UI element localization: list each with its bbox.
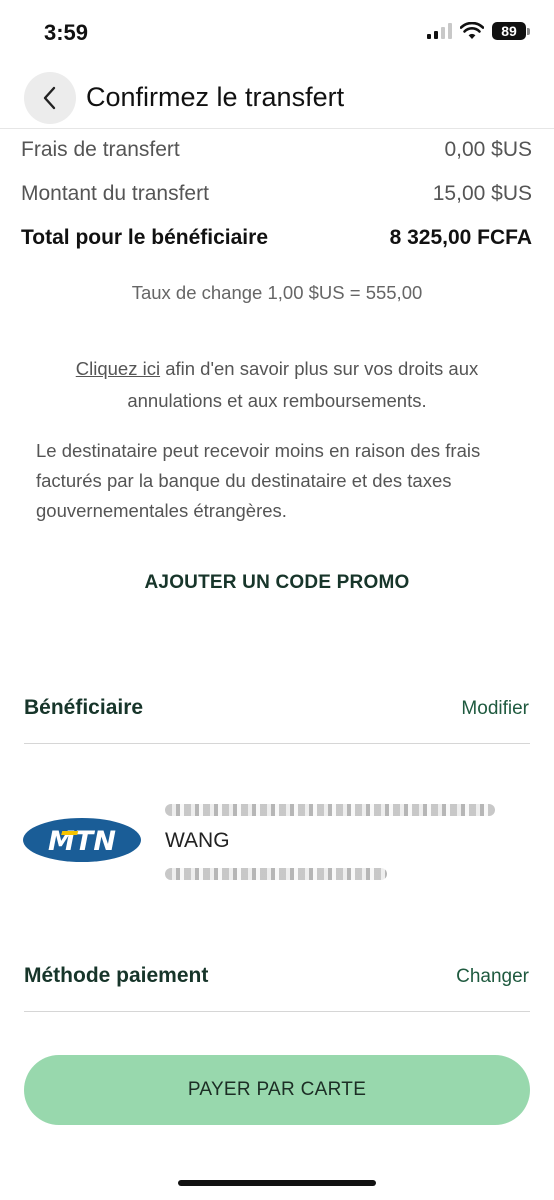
chevron-left-icon (43, 86, 56, 110)
redacted-phone-number (165, 868, 387, 880)
wifi-icon (460, 22, 484, 39)
total-value: 8 325,00 FCFA (389, 226, 532, 249)
add-promo-code-button[interactable]: AJOUTER UN CODE PROMO (0, 572, 554, 594)
total-label: Total pour le bénéficiaire (21, 226, 268, 249)
payment-method-title: Méthode paiement (24, 964, 209, 987)
modify-beneficiary-button[interactable]: Modifier (461, 698, 529, 720)
amount-value: 15,00 $US (432, 182, 532, 205)
refund-info: Cliquez ici afin d'en savoir plus sur vo… (50, 353, 504, 417)
beneficiary-title: Bénéficiaire (24, 696, 144, 719)
cellular-signal-icon (427, 23, 452, 39)
status-icons: 89 (427, 22, 530, 40)
battery-level: 89 (492, 22, 526, 40)
amount-label: Montant du transfert (21, 182, 209, 205)
beneficiary-divider (24, 743, 530, 744)
pay-by-card-button[interactable]: PAYER PAR CARTE (24, 1055, 530, 1125)
change-payment-button[interactable]: Changer (456, 966, 529, 988)
back-button[interactable] (24, 72, 76, 124)
header-divider (0, 128, 554, 129)
fees-disclaimer: Le destinataire peut recevoir moins en r… (36, 440, 481, 521)
status-time: 3:59 (44, 20, 89, 45)
learn-more-link[interactable]: Cliquez ici (76, 358, 160, 379)
payment-divider (24, 1011, 530, 1012)
exchange-rate: Taux de change 1,00 $US = 555,00 (131, 282, 423, 303)
mtn-logo: MTN (23, 818, 141, 862)
redacted-recipient-name-line (165, 804, 495, 816)
fee-label: Frais de transfert (21, 138, 180, 161)
svg-text:MTN: MTN (48, 826, 116, 857)
home-indicator (178, 1180, 376, 1186)
recipient-name: WANG (165, 829, 230, 852)
page-title: Confirmez le transfert (86, 82, 345, 112)
battery-icon: 89 (492, 22, 530, 40)
fee-value: 0,00 $US (444, 138, 532, 161)
refund-info-text: afin d'en savoir plus sur vos droits aux… (127, 358, 479, 411)
